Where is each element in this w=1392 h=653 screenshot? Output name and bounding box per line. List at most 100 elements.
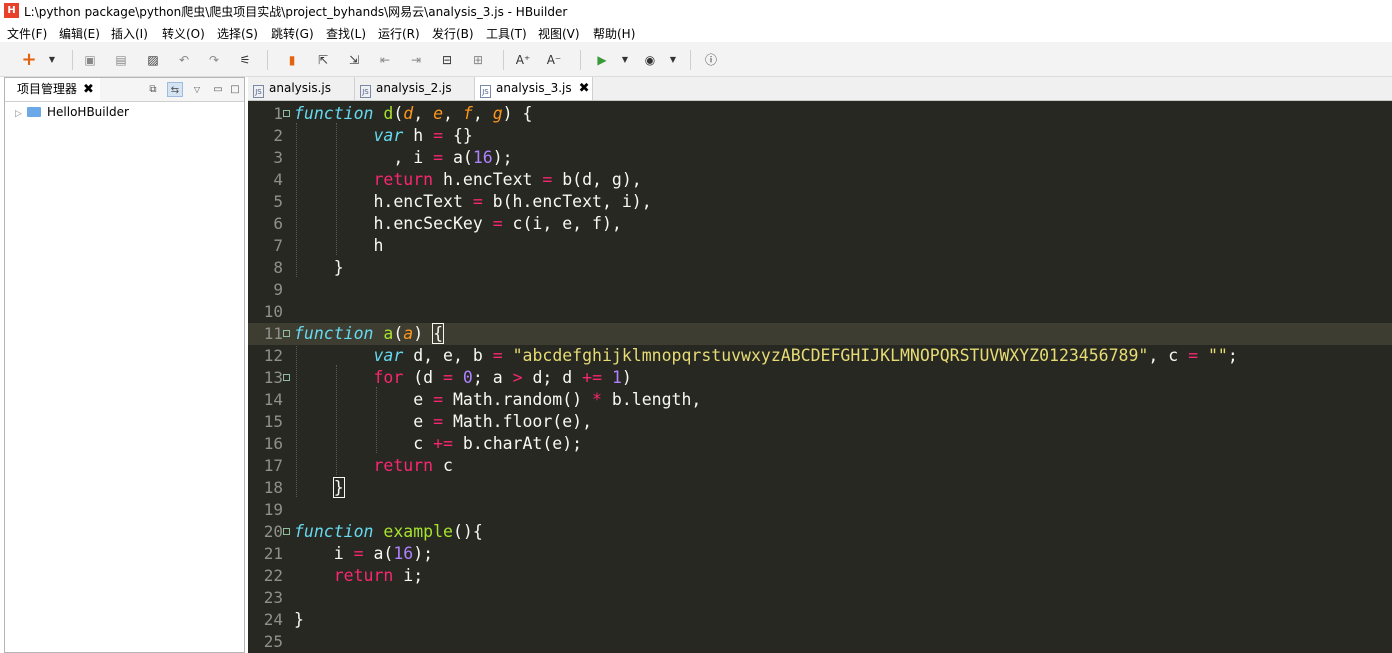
line-number: 7	[273, 236, 283, 255]
tab-analysis-2-js[interactable]: JS analysis_2.js	[355, 77, 475, 100]
js-file-icon: JS	[253, 85, 264, 98]
code-line[interactable]: 19	[248, 499, 1392, 521]
code-line[interactable]: 16 c += b.charAt(e);	[248, 433, 1392, 455]
code-line[interactable]: 10	[248, 301, 1392, 323]
tree-item-hellohbuilder[interactable]: ▷ HelloHBuilder	[15, 105, 129, 121]
code-line[interactable]: 14 e = Math.random() * b.length,	[248, 389, 1392, 411]
menu-insert[interactable]: 插入(I)	[111, 25, 148, 42]
project-panel-header: 项目管理器 ✖ ⧉ ⇆ ▽ ▭ □	[5, 78, 244, 102]
code-line[interactable]: 13 for (d = 0; a > d; d += 1)	[248, 367, 1392, 389]
save-all-icon[interactable]: ▤	[113, 52, 129, 68]
fold-toggle-icon[interactable]	[283, 374, 290, 381]
menu-escape[interactable]: 转义(O)	[162, 25, 205, 42]
line-number: 14	[263, 390, 283, 409]
font-decrease-icon[interactable]: A⁻	[546, 52, 562, 68]
fold-toggle-icon[interactable]	[283, 110, 290, 117]
code-text: , i = a(16);	[294, 148, 513, 167]
menu-publish[interactable]: 发行(B)	[432, 25, 474, 42]
code-line[interactable]: 17 return c	[248, 455, 1392, 477]
code-line[interactable]: 5 h.encText = b(h.encText, i),	[248, 191, 1392, 213]
tab-project-manager[interactable]: 项目管理器 ✖	[5, 78, 100, 101]
minimize-icon[interactable]: ▭	[210, 82, 226, 97]
code-line[interactable]: 25	[248, 631, 1392, 653]
code-text: h.encText = b(h.encText, i),	[294, 192, 652, 211]
js-file-icon: JS	[360, 85, 371, 98]
code-line[interactable]: 1 function d(d, e, f, g) {	[248, 103, 1392, 125]
run-dropdown-icon[interactable]: ▼	[617, 52, 633, 68]
code-line[interactable]: 4 return h.encText = b(d, g),	[248, 169, 1392, 191]
font-increase-icon[interactable]: A⁺	[515, 52, 531, 68]
menu-tools[interactable]: 工具(T)	[486, 25, 527, 42]
menu-bar: 文件(F) 编辑(E) 插入(I) 转义(O) 选择(S) 跳转(G) 查找(L…	[0, 22, 1392, 42]
code-text: c += b.charAt(e);	[294, 434, 583, 453]
save-icon[interactable]: ▣	[82, 52, 98, 68]
menu-edit[interactable]: 编辑(E)	[59, 25, 100, 42]
menu-select[interactable]: 选择(S)	[217, 25, 258, 42]
code-line[interactable]: 20 function example(){	[248, 521, 1392, 543]
goto-next-icon[interactable]: ⇥	[408, 52, 424, 68]
code-line[interactable]: 18 }	[248, 477, 1392, 499]
code-line[interactable]: 24}	[248, 609, 1392, 631]
code-line[interactable]: 21 i = a(16);	[248, 543, 1392, 565]
redo-icon[interactable]: ↷	[206, 52, 222, 68]
code-text: var d, e, b = "abcdefghijklmnopqrstuvwxy…	[373, 346, 1238, 365]
goto-definition-icon[interactable]: ⇱	[315, 52, 331, 68]
uncomment-icon[interactable]: ⊞	[470, 52, 486, 68]
tab-analysis-js[interactable]: JS analysis.js	[248, 77, 355, 100]
editor-tab-bar: JS analysis.js JS analysis_2.js JS analysis…	[248, 77, 1392, 101]
close-icon[interactable]: ✖	[83, 82, 94, 97]
link-editor-icon[interactable]: ⇆	[167, 82, 183, 97]
code-text: var h = {}	[373, 126, 473, 145]
code-line[interactable]: 22 return i;	[248, 565, 1392, 587]
code-line[interactable]: 2 var h = {}	[248, 125, 1392, 147]
fold-toggle-icon[interactable]	[283, 330, 290, 337]
format-icon[interactable]: ⚟	[237, 52, 253, 68]
maximize-icon[interactable]: □	[227, 82, 243, 97]
tab-label: analysis_3.js	[496, 81, 572, 95]
new-file-icon[interactable]: +	[21, 51, 37, 69]
tab-label: analysis.js	[269, 81, 331, 95]
tab-analysis-3-js[interactable]: JS analysis_3.js ✖	[475, 77, 593, 100]
info-icon[interactable]: ⓘ	[703, 52, 719, 68]
js-file-icon: JS	[480, 85, 491, 98]
browser-icon[interactable]: ◉	[642, 52, 658, 68]
browser-dropdown-icon[interactable]: ▼	[665, 52, 681, 68]
menu-view[interactable]: 视图(V)	[538, 25, 580, 42]
menu-help[interactable]: 帮助(H)	[593, 25, 635, 42]
line-number: 17	[263, 456, 283, 475]
bookmark-icon[interactable]: ▮	[284, 52, 300, 68]
goto-line-icon[interactable]: ⇲	[346, 52, 362, 68]
comment-icon[interactable]: ⊟	[439, 52, 455, 68]
code-line[interactable]: 6 h.encSecKey = c(i, e, f),	[248, 213, 1392, 235]
code-line[interactable]: 8 }	[248, 257, 1392, 279]
menu-run[interactable]: 运行(R)	[378, 25, 420, 42]
title-bar: H L:\python package\python爬虫\爬虫项目实战\proj…	[0, 0, 1392, 22]
undo-icon[interactable]: ↶	[176, 52, 192, 68]
view-menu-icon[interactable]: ▽	[189, 82, 205, 97]
save-as-icon[interactable]: ▨	[145, 52, 161, 68]
code-text: return h.encText = b(d, g),	[373, 170, 642, 189]
code-line[interactable]: 7 h	[248, 235, 1392, 257]
code-text: h.encSecKey = c(i, e, f),	[294, 214, 622, 233]
new-dropdown-icon[interactable]: ▼	[44, 52, 60, 68]
close-icon[interactable]: ✖	[579, 81, 590, 96]
line-number: 23	[263, 588, 283, 607]
code-line[interactable]: 15 e = Math.floor(e),	[248, 411, 1392, 433]
code-text: i = a(16);	[294, 544, 434, 563]
menu-goto[interactable]: 跳转(G)	[271, 25, 314, 42]
code-line[interactable]: 11 function a(a) {	[248, 323, 1392, 345]
text-cursor	[443, 325, 445, 342]
code-line[interactable]: 9	[248, 279, 1392, 301]
expand-arrow-icon[interactable]: ▷	[15, 109, 27, 119]
code-editor[interactable]: 1 function d(d, e, f, g) {2 var h = {} 3 ,…	[248, 101, 1392, 653]
code-line[interactable]: 23	[248, 587, 1392, 609]
collapse-all-icon[interactable]: ⧉	[145, 82, 161, 97]
code-line[interactable]: 3 , i = a(16);	[248, 147, 1392, 169]
line-number: 5	[273, 192, 283, 211]
goto-prev-icon[interactable]: ⇤	[377, 52, 393, 68]
menu-file[interactable]: 文件(F)	[7, 25, 47, 42]
menu-find[interactable]: 查找(L)	[326, 25, 366, 42]
run-icon[interactable]: ▶	[594, 52, 610, 68]
fold-toggle-icon[interactable]	[283, 528, 290, 535]
code-line[interactable]: 12 var d, e, b = "abcdefghijklmnopqrstuv…	[248, 345, 1392, 367]
